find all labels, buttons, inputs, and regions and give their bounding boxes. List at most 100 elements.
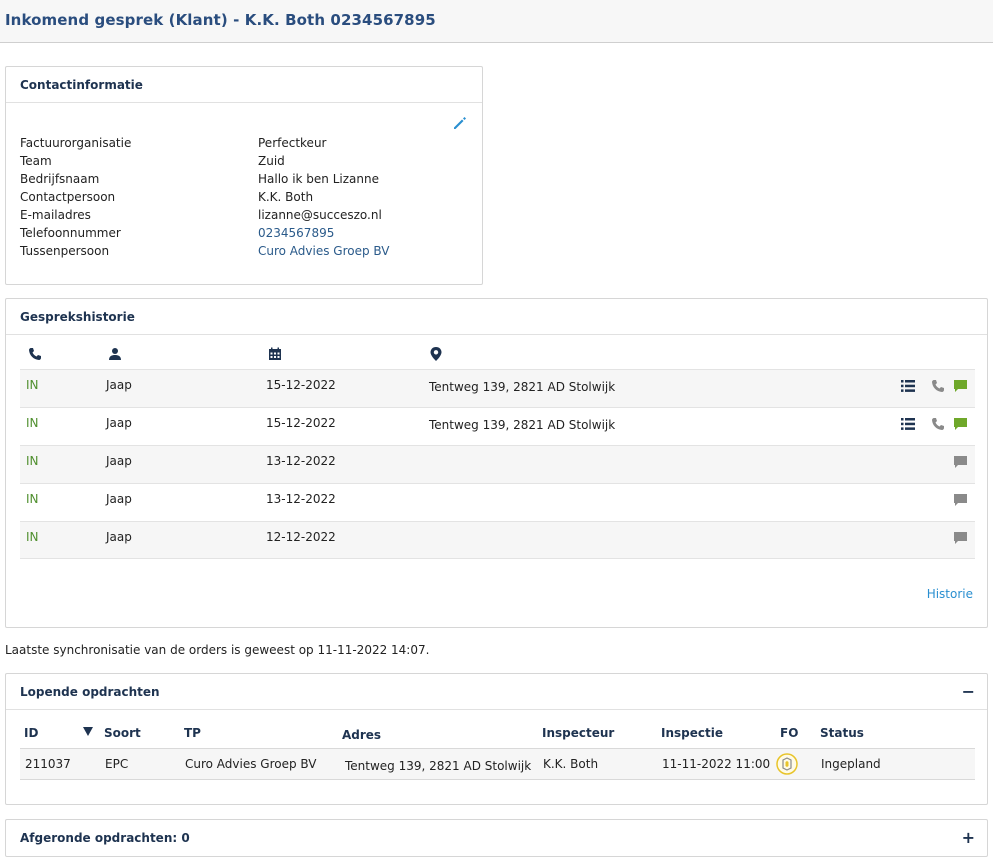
call-date: 12-12-2022	[266, 530, 336, 544]
column-fo[interactable]: FO	[780, 726, 798, 740]
call-history-row[interactable]: IN Jaap 13-12-2022	[20, 483, 975, 521]
chat-icon[interactable]	[953, 531, 968, 545]
column-soort[interactable]: Soort	[104, 726, 141, 740]
call-history-panel: Gesprekshistorie IN Jaap 15-12-2022 Tent…	[5, 298, 988, 628]
running-orders-header: Lopende opdrachten −	[6, 674, 987, 710]
contact-info-panel: Contactinformatie Factuurorganisatie Per…	[5, 66, 483, 285]
finished-orders-title: Afgeronde opdrachten: 0	[20, 831, 190, 845]
call-direction: IN	[26, 530, 39, 544]
fo-badge-icon[interactable]	[776, 753, 798, 775]
call-row-actions	[901, 455, 971, 471]
contact-value: Zuid	[258, 154, 285, 168]
calendar-icon	[268, 347, 282, 361]
list-icon[interactable]	[901, 417, 915, 431]
sort-desc-icon[interactable]	[83, 727, 93, 736]
column-id[interactable]: ID	[24, 726, 38, 740]
call-person: Jaap	[106, 378, 132, 392]
phone-link[interactable]: 0234567895	[258, 226, 334, 240]
contact-label: Factuurorganisatie	[20, 136, 132, 150]
contact-value: K.K. Both	[258, 190, 314, 204]
order-soort: EPC	[105, 757, 129, 771]
finished-orders-header[interactable]: Afgeronde opdrachten: 0 +	[6, 820, 987, 856]
list-icon[interactable]	[901, 379, 915, 393]
expand-toggle[interactable]: +	[962, 828, 975, 847]
call-direction: IN	[26, 378, 39, 392]
order-inspectie: 11-11-2022 11:00	[662, 757, 771, 771]
column-tp[interactable]: TP	[184, 726, 201, 740]
contact-value: Perfectkeur	[258, 136, 327, 150]
call-direction: IN	[26, 454, 39, 468]
finished-orders-panel: Afgeronde opdrachten: 0 +	[5, 819, 988, 857]
contact-row: Contactpersoon K.K. Both	[20, 190, 460, 208]
call-person: Jaap	[106, 530, 132, 544]
contact-label: E-mailadres	[20, 208, 91, 222]
call-address: Tentweg 139, 2821 AD Stolwijk	[429, 380, 616, 394]
sync-status-text: Laatste synchronisatie van de orders is …	[5, 643, 430, 657]
call-date: 13-12-2022	[266, 492, 336, 506]
call-address: Tentweg 139, 2821 AD Stolwijk	[429, 418, 616, 432]
contact-value: Hallo ik ben Lizanne	[258, 172, 379, 186]
contact-row: Team Zuid	[20, 154, 460, 172]
page-header: Inkomend gesprek (Klant) - K.K. Both 023…	[0, 0, 993, 43]
call-row-actions	[901, 379, 971, 395]
chat-icon[interactable]	[953, 455, 968, 469]
call-history-row[interactable]: IN Jaap 13-12-2022	[20, 445, 975, 483]
phone-icon	[28, 347, 42, 361]
column-adres[interactable]: Adres	[342, 728, 381, 742]
call-history-row[interactable]: IN Jaap 15-12-2022 Tentweg 139, 2821 AD …	[20, 369, 975, 407]
user-icon	[108, 347, 122, 361]
call-row-actions	[901, 417, 971, 433]
intermediary-link[interactable]: Curo Advies Groep BV	[258, 244, 390, 258]
orders-column-header: ID Soort TP Adres Inspecteur Inspectie F…	[20, 722, 975, 746]
chat-icon[interactable]	[953, 417, 968, 431]
call-history-column-header	[20, 347, 975, 367]
running-orders-panel: Lopende opdrachten − ID Soort TP Adres I…	[5, 673, 988, 805]
call-person: Jaap	[106, 416, 132, 430]
contact-label: Bedrijfsnaam	[20, 172, 100, 186]
order-inspecteur: K.K. Both	[543, 757, 599, 771]
call-row-actions	[901, 493, 971, 509]
call-date: 13-12-2022	[266, 454, 336, 468]
call-direction: IN	[26, 416, 39, 430]
history-link[interactable]: Historie	[927, 587, 973, 601]
contact-row: E-mailadres lizanne@succeszo.nl	[20, 208, 460, 226]
call-date: 15-12-2022	[266, 416, 336, 430]
call-direction: IN	[26, 492, 39, 506]
contact-info-header: Contactinformatie	[6, 67, 482, 103]
order-adres: Tentweg 139, 2821 AD Stolwijk	[345, 759, 532, 773]
contact-info-title: Contactinformatie	[20, 78, 143, 92]
contact-label: Tussenpersoon	[20, 244, 110, 258]
call-row-actions	[901, 531, 971, 547]
pencil-icon[interactable]	[452, 115, 468, 131]
contact-row: Factuurorganisatie Perfectkeur	[20, 136, 460, 154]
contact-row: Tussenpersoon Curo Advies Groep BV	[20, 244, 460, 262]
order-id: 211037	[25, 757, 71, 771]
collapse-toggle[interactable]: −	[962, 682, 975, 701]
column-inspecteur[interactable]: Inspecteur	[542, 726, 614, 740]
call-history-title: Gesprekshistorie	[20, 310, 135, 324]
phone-icon[interactable]	[931, 379, 945, 393]
call-person: Jaap	[106, 454, 132, 468]
order-status: Ingepland	[821, 757, 881, 771]
call-date: 15-12-2022	[266, 378, 336, 392]
contact-label: Team	[20, 154, 52, 168]
contact-row: Telefoonnummer 0234567895	[20, 226, 460, 244]
order-tp: Curo Advies Groep BV	[185, 757, 317, 771]
contact-value: lizanne@succeszo.nl	[258, 208, 382, 222]
call-history-header: Gesprekshistorie	[6, 299, 987, 335]
column-inspectie[interactable]: Inspectie	[661, 726, 723, 740]
call-history-row[interactable]: IN Jaap 15-12-2022 Tentweg 139, 2821 AD …	[20, 407, 975, 445]
contact-row: Bedrijfsnaam Hallo ik ben Lizanne	[20, 172, 460, 190]
phone-icon[interactable]	[931, 417, 945, 431]
running-orders-title: Lopende opdrachten	[20, 685, 160, 699]
call-person: Jaap	[106, 492, 132, 506]
page-title: Inkomend gesprek (Klant) - K.K. Both 023…	[5, 11, 436, 29]
column-status[interactable]: Status	[820, 726, 864, 740]
order-row[interactable]: 211037 EPC Curo Advies Groep BV Tentweg …	[20, 748, 975, 780]
chat-icon[interactable]	[953, 493, 968, 507]
contact-label: Telefoonnummer	[20, 226, 121, 240]
chat-icon[interactable]	[953, 379, 968, 393]
location-pin-icon	[430, 347, 442, 361]
contact-label: Contactpersoon	[20, 190, 116, 204]
call-history-row[interactable]: IN Jaap 12-12-2022	[20, 521, 975, 559]
